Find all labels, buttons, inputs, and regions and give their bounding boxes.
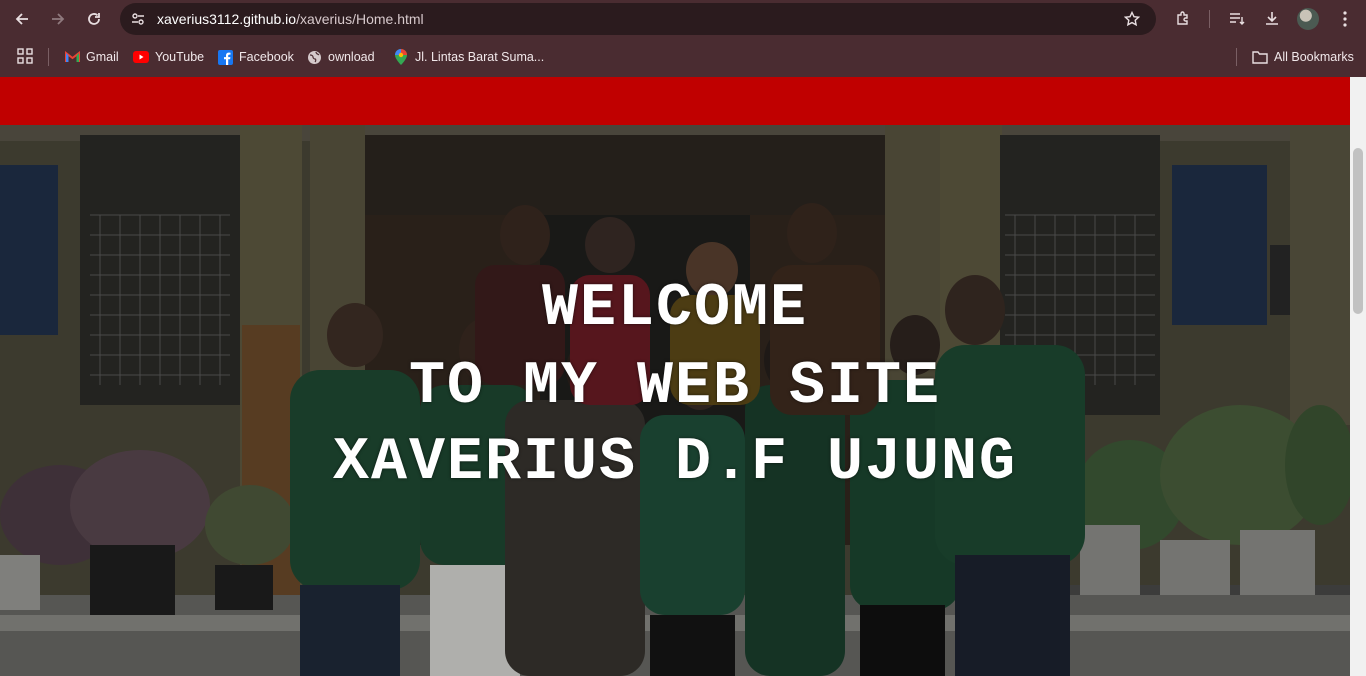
hero-title-line-3: XAVERIUS D.F UJUNG — [332, 429, 1018, 497]
site-header-bar — [0, 77, 1350, 125]
scrollbar-thumb[interactable] — [1353, 148, 1363, 314]
hero-title-line-1: WELCOME — [541, 275, 809, 343]
address-bar[interactable]: xaverius3112.github.io/xaverius/Home.htm… — [120, 3, 1156, 35]
url-host: xaverius3112.github.io — [157, 11, 297, 27]
all-bookmarks-label: All Bookmarks — [1274, 50, 1354, 64]
apps-grid-icon[interactable] — [17, 48, 35, 66]
bookmark-label: Gmail — [86, 50, 119, 64]
bookmarks-divider-right — [1236, 48, 1237, 66]
hero-title-line-2: TO MY WEB SITE — [408, 353, 942, 421]
bookmarks-bar: Gmail YouTube Facebook ownload Jl. Linta… — [0, 38, 1366, 76]
bookmark-youtube[interactable]: YouTube — [133, 47, 204, 67]
profile-avatar[interactable] — [1297, 8, 1319, 30]
bookmark-label: YouTube — [155, 50, 205, 64]
back-button[interactable] — [10, 7, 34, 31]
forward-arrow-icon — [52, 13, 65, 25]
bookmark-label: Facebook — [239, 50, 294, 64]
site-settings-icon[interactable] — [128, 9, 148, 29]
back-arrow-icon — [15, 13, 28, 25]
folder-icon — [1252, 49, 1268, 65]
web-page: WELCOME TO MY WEB SITE XAVERIUS D.F UJUN… — [0, 77, 1350, 676]
browser-toolbar: xaverius3112.github.io/xaverius/Home.htm… — [0, 0, 1366, 38]
forward-button[interactable] — [46, 7, 70, 31]
toolbar-divider — [1209, 10, 1210, 28]
extensions-icon[interactable] — [1172, 8, 1194, 30]
browser-chrome: xaverius3112.github.io/xaverius/Home.htm… — [0, 0, 1366, 77]
reload-icon — [88, 13, 100, 25]
bookmark-label: Jl. Lintas Barat Suma... — [415, 50, 545, 64]
reading-list-icon[interactable] — [1226, 8, 1248, 30]
maps-pin-icon — [393, 49, 409, 65]
bookmark-gmail[interactable]: Gmail — [64, 47, 119, 67]
bookmark-download[interactable]: ownload — [306, 47, 375, 67]
url-path: /xaverius/Home.html — [296, 11, 424, 27]
download-icon[interactable] — [1261, 8, 1283, 30]
globe-icon — [306, 49, 322, 65]
gmail-icon — [64, 49, 80, 65]
bookmark-maps[interactable]: Jl. Lintas Barat Suma... — [393, 47, 544, 67]
youtube-icon — [133, 49, 149, 65]
bookmark-label: ownload — [328, 50, 375, 64]
bookmark-facebook[interactable]: Facebook — [217, 47, 294, 67]
bookmarks-divider — [48, 48, 49, 66]
hero-banner: WELCOME TO MY WEB SITE XAVERIUS D.F UJUN… — [0, 125, 1350, 676]
all-bookmarks-button[interactable]: All Bookmarks — [1252, 47, 1354, 67]
url-text: xaverius3112.github.io/xaverius/Home.htm… — [157, 11, 424, 27]
facebook-icon — [217, 49, 233, 65]
bookmark-star-icon[interactable] — [1122, 9, 1142, 29]
reload-button[interactable] — [82, 7, 106, 31]
menu-more-icon[interactable] — [1334, 8, 1356, 30]
